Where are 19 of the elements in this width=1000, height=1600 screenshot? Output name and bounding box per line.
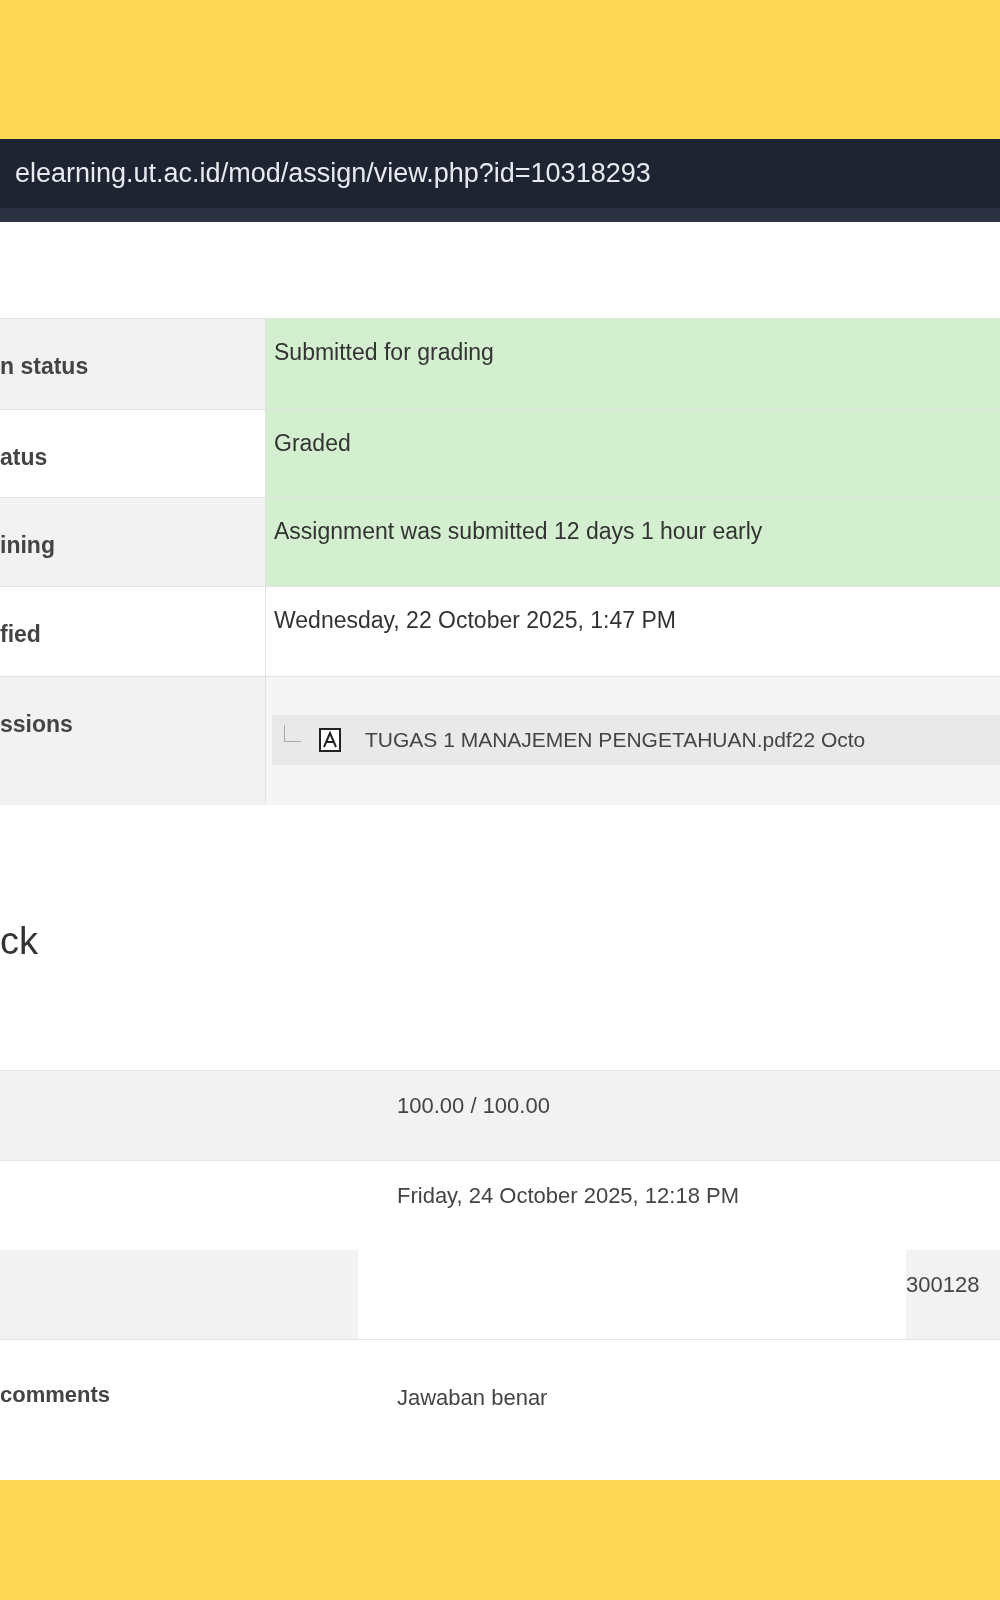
status-text: Wednesday, 22 October 2025, 1:47 PM (274, 607, 676, 633)
section-heading: ck (0, 920, 39, 963)
row-label: fied (0, 621, 41, 647)
row-label: n status (0, 353, 89, 379)
row-label: ining (0, 532, 55, 558)
status-text: Assignment was submitted 12 days 1 hour early (274, 518, 763, 544)
row-label: atus (0, 444, 48, 470)
tree-line-icon (284, 724, 301, 742)
pdf-file-icon (319, 728, 341, 752)
row-label: comments (0, 1382, 111, 1407)
table-cell: 300128 (906, 1250, 1000, 1339)
status-text: Submitted for grading (274, 339, 494, 365)
table-cell: Jawaban benar (397, 1385, 548, 1410)
table-cell: 100.00 / 100.00 (397, 1093, 550, 1118)
table-cell: Friday, 24 October 2025, 12:18 PM (397, 1183, 739, 1208)
url-text[interactable]: elearning.ut.ac.id/mod/assign/view.php?id=10318293 (15, 158, 651, 189)
row-label: ssions (0, 711, 73, 737)
file-item[interactable]: TUGAS 1 MANAJEMEN PENGETAHUAN.pdf22 Octo (272, 715, 1000, 765)
status-text: Graded (274, 430, 351, 456)
